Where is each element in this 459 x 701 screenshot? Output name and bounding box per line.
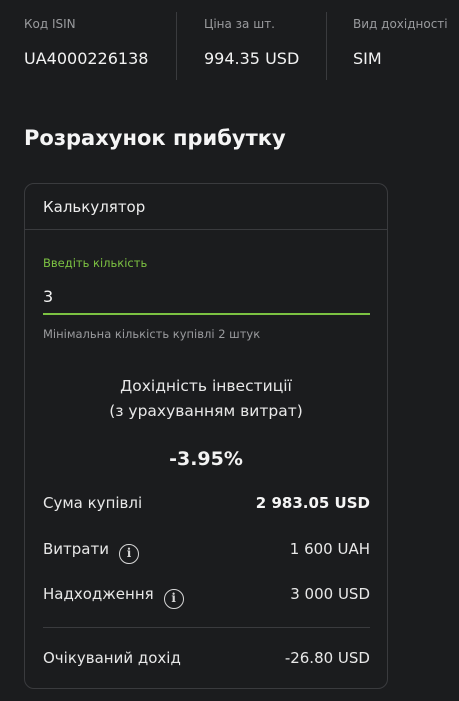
yield-type-value: SIM bbox=[353, 49, 382, 68]
divider bbox=[43, 627, 370, 628]
expenses-value: 1 600 UAH bbox=[289, 540, 370, 558]
price-column: Ціна за шт. 994.35 USD bbox=[178, 0, 326, 80]
expected-income-value: -26.80 USD bbox=[284, 649, 370, 667]
quantity-field: Введіть кількість bbox=[43, 252, 370, 315]
info-icon[interactable]: i bbox=[163, 589, 184, 609]
proceeds-value: 3 000 USD bbox=[290, 585, 370, 603]
divider bbox=[176, 12, 177, 80]
calculator-card: Калькулятор Введіть кількість Мінімальна… bbox=[24, 183, 388, 689]
calculator-header: Калькулятор bbox=[25, 184, 387, 230]
proceeds-label: Надходження bbox=[43, 585, 154, 603]
quantity-label: Введіть кількість bbox=[43, 256, 148, 270]
yield-type-label: Вид дохідності bbox=[353, 17, 448, 31]
expected-income-label: Очікуваний дохід bbox=[43, 649, 181, 667]
bond-info-strip: Код ISIN UA4000226138 Ціна за шт. 994.35… bbox=[0, 0, 459, 90]
yield-value: -3.95% bbox=[169, 448, 243, 470]
price-label: Ціна за шт. bbox=[204, 17, 275, 31]
quantity-input[interactable] bbox=[43, 285, 370, 315]
yield-type-column: Вид дохідності SIM bbox=[327, 0, 459, 80]
yield-title-line1: Дохідність інвестиції bbox=[120, 377, 292, 395]
minimum-quantity-hint: Мінімальна кількість купівлі 2 штук bbox=[43, 327, 261, 341]
expenses-label: Витрати bbox=[43, 540, 109, 558]
isin-column: Код ISIN UA4000226138 bbox=[24, 0, 174, 80]
proceeds-row: Надходження i 3 000 USD bbox=[43, 581, 370, 609]
yield-title-line2: (з урахуванням витрат) bbox=[109, 402, 303, 420]
isin-label: Код ISIN bbox=[24, 17, 76, 31]
purchase-sum-label: Сума купівлі bbox=[43, 494, 143, 512]
section-title: Розрахунок прибутку bbox=[24, 126, 286, 150]
purchase-sum-value: 2 983.05 USD bbox=[255, 494, 370, 512]
isin-value: UA4000226138 bbox=[24, 49, 149, 68]
info-icon[interactable]: i bbox=[118, 544, 139, 564]
expenses-row: Витрати i 1 600 UAH bbox=[43, 536, 370, 564]
price-value: 994.35 USD bbox=[204, 49, 300, 68]
page: Код ISIN UA4000226138 Ціна за шт. 994.35… bbox=[0, 0, 459, 701]
expected-income-row: Очікуваний дохід -26.80 USD bbox=[43, 645, 370, 673]
purchase-sum-row: Сума купівлі 2 983.05 USD bbox=[43, 490, 370, 518]
